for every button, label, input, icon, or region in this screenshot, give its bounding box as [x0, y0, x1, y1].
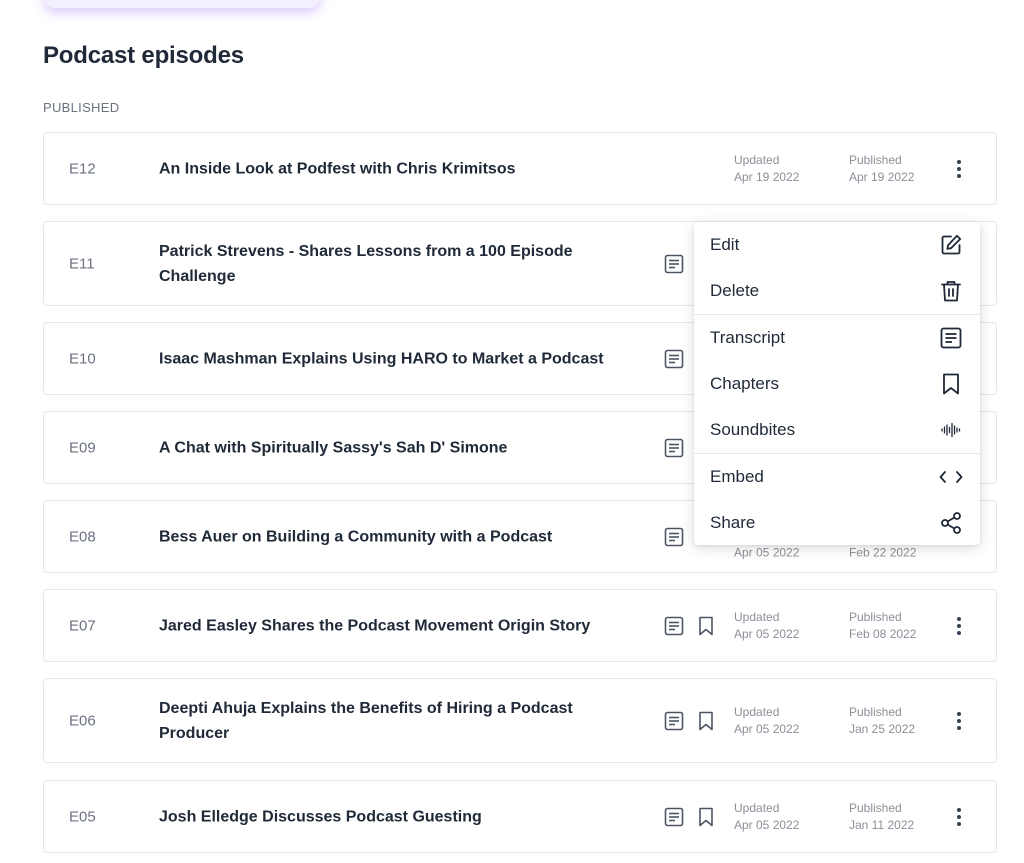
waveform-icon	[938, 417, 964, 443]
episode-row[interactable]: E05 Josh Elledge Discusses Podcast Guest…	[43, 780, 997, 853]
episode-icons	[663, 437, 685, 459]
episode-icons	[663, 526, 685, 548]
transcript-icon[interactable]	[663, 437, 685, 459]
episode-number: E10	[69, 350, 96, 367]
episode-number: E07	[69, 617, 96, 634]
bookmark-icon[interactable]	[695, 710, 717, 732]
more-options-icon[interactable]	[948, 155, 970, 183]
top-card-shadow	[44, 0, 320, 8]
menu-item-edit[interactable]: Edit	[694, 222, 980, 268]
menu-item-label: Embed	[710, 467, 764, 487]
transcript-icon[interactable]	[663, 348, 685, 370]
menu-item-share[interactable]: Share	[694, 500, 980, 546]
published-label: Published	[849, 704, 915, 721]
episode-row[interactable]: E12 An Inside Look at Podfest with Chris…	[43, 132, 997, 205]
share-icon	[938, 510, 964, 536]
published-meta: Published Feb 08 2022	[849, 609, 916, 643]
updated-date: Apr 05 2022	[734, 545, 799, 562]
updated-label: Updated	[734, 609, 799, 626]
code-icon	[938, 464, 964, 490]
episode-title[interactable]: Bess Auer on Building a Community with a…	[159, 524, 619, 549]
published-date: Jan 11 2022	[849, 817, 914, 834]
episode-icons	[663, 710, 717, 732]
updated-label: Updated	[734, 152, 799, 169]
menu-item-label: Chapters	[710, 374, 779, 394]
trash-icon	[938, 278, 964, 304]
more-options-icon[interactable]	[948, 707, 970, 735]
menu-item-chapters[interactable]: Chapters	[694, 361, 980, 407]
published-date: Feb 08 2022	[849, 626, 916, 643]
menu-item-transcript[interactable]: Transcript	[694, 315, 980, 361]
updated-label: Updated	[734, 704, 799, 721]
more-options-icon[interactable]	[948, 803, 970, 831]
episode-context-menu: Edit Delete Transcript Chapters Soundbit…	[694, 222, 980, 545]
episode-row[interactable]: E06 Deepti Ahuja Explains the Benefits o…	[43, 678, 997, 763]
menu-item-embed[interactable]: Embed	[694, 454, 980, 500]
updated-date: Apr 05 2022	[734, 626, 799, 643]
published-label: Published	[849, 152, 914, 169]
episode-icons	[663, 253, 685, 275]
episode-icons	[663, 615, 717, 637]
transcript-icon[interactable]	[663, 526, 685, 548]
episode-number: E05	[69, 808, 96, 825]
episode-number: E12	[69, 160, 96, 177]
edit-icon	[938, 232, 964, 258]
updated-label: Updated	[734, 800, 799, 817]
episode-number: E09	[69, 439, 96, 456]
episode-number: E08	[69, 528, 96, 545]
episode-title[interactable]: Josh Elledge Discusses Podcast Guesting	[159, 804, 619, 829]
published-label: Published	[849, 609, 916, 626]
transcript-icon[interactable]	[663, 710, 685, 732]
section-label-published: PUBLISHED	[43, 100, 119, 115]
transcript-icon[interactable]	[663, 615, 685, 637]
menu-item-label: Soundbites	[710, 420, 795, 440]
updated-meta: Updated Apr 05 2022	[734, 609, 799, 643]
bookmark-icon[interactable]	[695, 806, 717, 828]
menu-item-label: Edit	[710, 235, 739, 255]
episode-title[interactable]: A Chat with Spiritually Sassy's Sah D' S…	[159, 435, 619, 460]
episode-title[interactable]: An Inside Look at Podfest with Chris Kri…	[159, 156, 619, 181]
menu-item-label: Share	[710, 513, 755, 533]
transcript-icon	[938, 325, 964, 351]
transcript-icon[interactable]	[663, 806, 685, 828]
episode-number: E11	[69, 255, 95, 272]
updated-meta: Updated Apr 05 2022	[734, 800, 799, 834]
published-meta: Published Jan 11 2022	[849, 800, 914, 834]
published-date: Apr 19 2022	[849, 169, 914, 186]
menu-item-soundbites[interactable]: Soundbites	[694, 407, 980, 453]
published-date: Jan 25 2022	[849, 721, 915, 738]
page-title: Podcast episodes	[43, 42, 244, 70]
episode-icons	[663, 348, 685, 370]
bookmark-icon	[938, 371, 964, 397]
published-meta: Published Apr 19 2022	[849, 152, 914, 186]
updated-date: Apr 05 2022	[734, 817, 799, 834]
updated-meta: Updated Apr 19 2022	[734, 152, 799, 186]
bookmark-icon[interactable]	[695, 615, 717, 637]
menu-item-label: Delete	[710, 281, 759, 301]
episode-title[interactable]: Jared Easley Shares the Podcast Movement…	[159, 613, 619, 638]
episode-title[interactable]: Deepti Ahuja Explains the Benefits of Hi…	[159, 696, 609, 746]
transcript-icon[interactable]	[663, 253, 685, 275]
menu-item-label: Transcript	[710, 328, 785, 348]
published-meta: Published Jan 25 2022	[849, 704, 915, 738]
episode-number: E06	[69, 712, 96, 729]
episode-title[interactable]: Patrick Strevens - Shares Lessons from a…	[159, 239, 609, 289]
updated-date: Apr 19 2022	[734, 169, 799, 186]
more-options-icon[interactable]	[948, 612, 970, 640]
episode-icons	[663, 806, 717, 828]
episode-title[interactable]: Isaac Mashman Explains Using HARO to Mar…	[159, 346, 619, 371]
menu-item-delete[interactable]: Delete	[694, 268, 980, 314]
updated-date: Apr 05 2022	[734, 721, 799, 738]
updated-meta: Updated Apr 05 2022	[734, 704, 799, 738]
published-label: Published	[849, 800, 914, 817]
published-date: Feb 22 2022	[849, 545, 916, 562]
episode-row[interactable]: E07 Jared Easley Shares the Podcast Move…	[43, 589, 997, 662]
